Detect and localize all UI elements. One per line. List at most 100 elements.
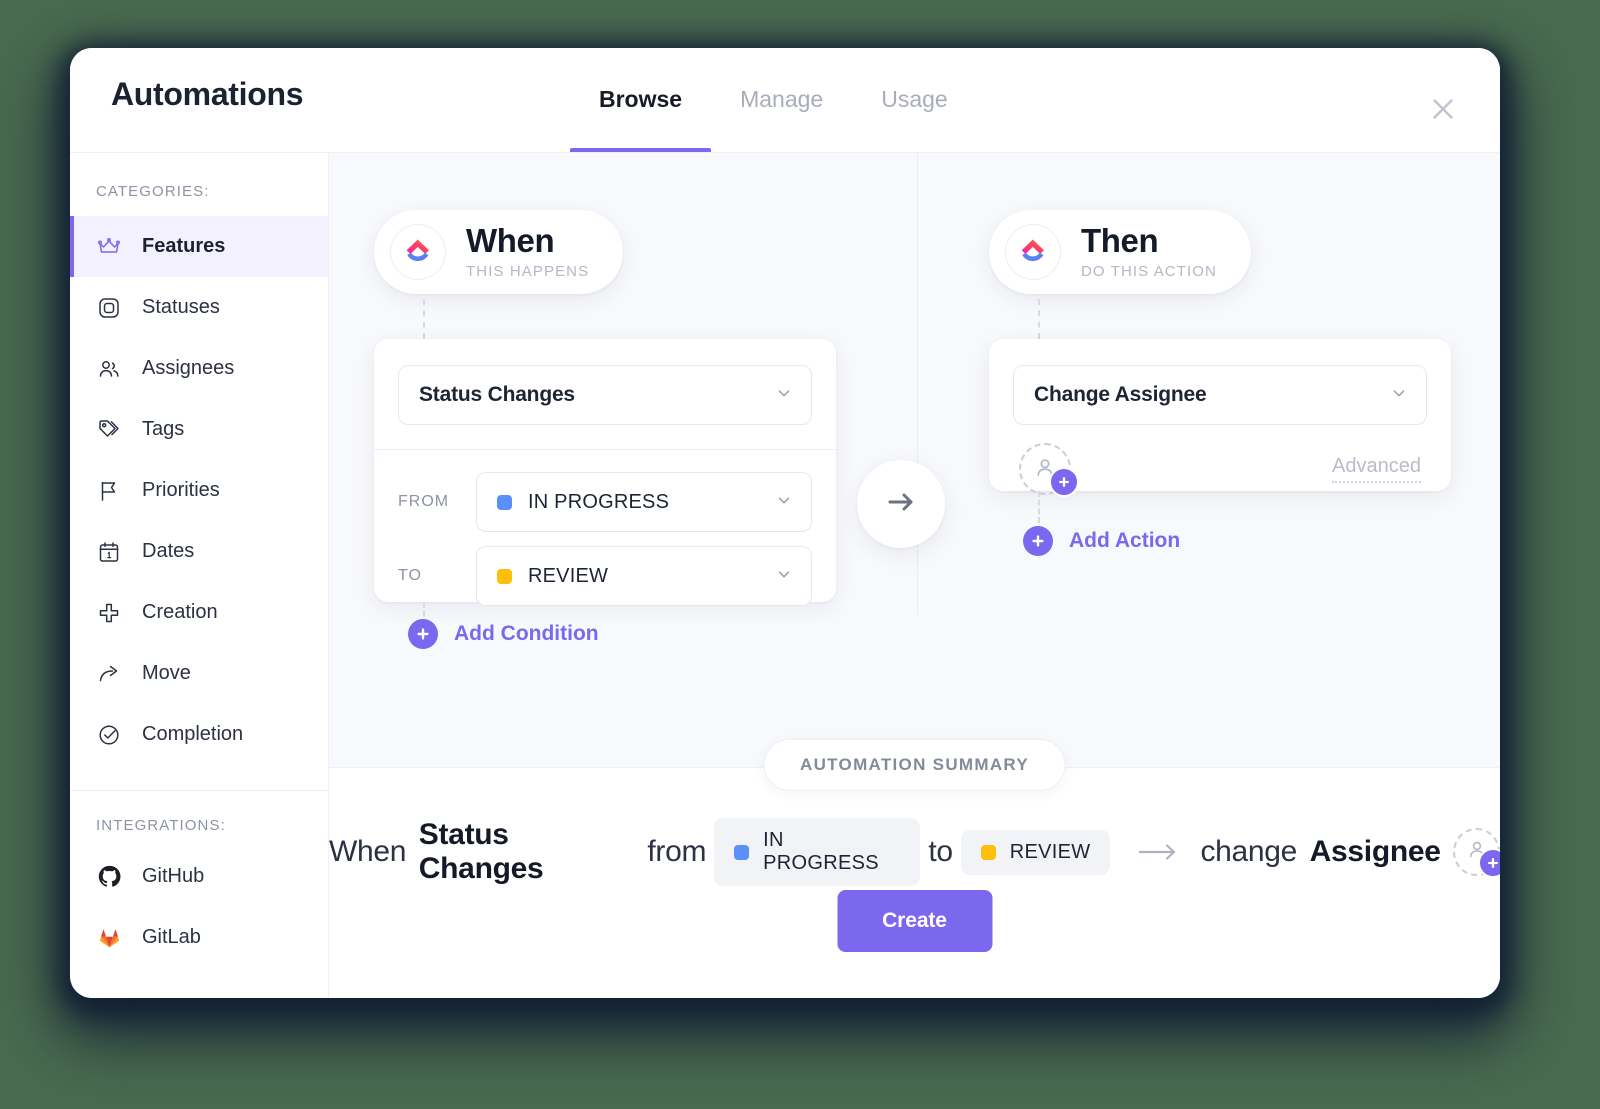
trigger-select-value: Status Changes (419, 383, 575, 406)
share-arrow-icon (96, 661, 122, 687)
sidebar-item-priorities[interactable]: Priorities (70, 460, 328, 521)
create-button[interactable]: Create (837, 890, 992, 952)
tab-usage-label: Usage (881, 86, 948, 112)
summary-to-word: to (928, 835, 953, 868)
sidebar-item-move[interactable]: Move (70, 643, 328, 704)
sidebar-item-features[interactable]: Features (70, 216, 328, 277)
sidebar-item-label: Features (142, 235, 226, 257)
plus-icon (96, 600, 122, 626)
close-icon[interactable] (1426, 92, 1460, 126)
automation-summary-pill: AUTOMATION SUMMARY (763, 739, 1066, 791)
add-action-button[interactable]: Add Action (1023, 526, 1180, 556)
action-select-value: Change Assignee (1034, 383, 1207, 406)
sidebar-integrations-heading: INTEGRATIONS: (96, 817, 226, 834)
rounded-square-icon (96, 295, 122, 321)
sidebar-item-creation[interactable]: Creation (70, 582, 328, 643)
sidebar-item-label: Move (142, 662, 191, 684)
clickup-logo-icon (1005, 224, 1061, 280)
summary-to-status-value: REVIEW (1009, 840, 1091, 863)
status-color-dot (497, 494, 512, 510)
when-title: When (466, 222, 555, 259)
crown-icon (96, 234, 122, 260)
summary-assignee-picker[interactable] (1453, 828, 1500, 878)
summary-when-word: When (329, 835, 407, 868)
sidebar-item-label: GitHub (142, 865, 205, 887)
summary-from-status-value: IN PROGRESS (763, 829, 879, 874)
sidebar-item-label: Creation (142, 601, 218, 623)
then-header-card: Then DO THIS ACTION (989, 210, 1251, 294)
github-icon (96, 864, 122, 890)
advanced-link[interactable]: Advanced (1332, 455, 1421, 483)
people-icon (96, 356, 122, 382)
plus-circle-icon (1477, 848, 1500, 878)
summary-change-word: change (1200, 835, 1298, 868)
sidebar-item-tags[interactable]: Tags (70, 399, 328, 460)
to-label: TO (398, 567, 422, 584)
sidebar-item-dates[interactable]: Dates (70, 521, 328, 582)
assignee-picker[interactable] (1019, 443, 1079, 497)
automation-summary-zone: AUTOMATION SUMMARY When Status Changes f… (329, 739, 1500, 998)
tab-manage-label: Manage (740, 86, 824, 112)
when-card: Status Changes FROM IN PROGRESS TO REVIE… (374, 339, 836, 606)
sidebar-item-label: Priorities (142, 479, 220, 501)
flow-arrow-badge (857, 460, 945, 548)
chevron-down-icon (1390, 384, 1408, 407)
sidebar-item-label: Statuses (142, 296, 220, 318)
summary-from-status: IN PROGRESS (714, 818, 921, 886)
sidebar-item-label: Tags (142, 418, 185, 440)
automation-canvas: When THIS HAPPENS Status Changes FROM IN… (329, 153, 1500, 998)
when-connector-line (423, 299, 425, 339)
summary-to-status: REVIEW (960, 829, 1111, 875)
summary-trigger: Status Changes (418, 818, 544, 885)
chevron-down-icon (775, 491, 793, 514)
chevron-down-icon (775, 565, 793, 588)
status-color-dot (980, 844, 996, 860)
sidebar-item-github[interactable]: GitHub (70, 846, 328, 907)
page-title: Automations (111, 76, 304, 112)
add-condition-button[interactable]: Add Condition (408, 619, 599, 649)
gitlab-icon (96, 925, 122, 951)
clickup-logo-icon (390, 224, 446, 280)
sidebar-categories-heading: CATEGORIES: (96, 183, 210, 200)
trigger-select[interactable]: Status Changes (398, 365, 812, 425)
modal-header: Automations Browse Manage Usage (70, 48, 1500, 153)
add-condition-label: Add Condition (454, 622, 599, 645)
tab-browse[interactable]: Browse (570, 48, 712, 152)
tab-bar: Browse Manage Usage (570, 48, 977, 152)
add-action-connector-line (1038, 491, 1040, 523)
column-divider (917, 153, 918, 615)
when-header-card: When THIS HAPPENS (374, 210, 624, 294)
to-status-select[interactable]: REVIEW (476, 546, 812, 606)
tab-usage[interactable]: Usage (852, 48, 976, 152)
check-circle-icon (96, 722, 122, 748)
sidebar-item-statuses[interactable]: Statuses (70, 277, 328, 338)
status-color-dot (497, 568, 512, 584)
automations-modal: Automations Browse Manage Usage CATEGORI… (70, 48, 1500, 998)
from-status-value: IN PROGRESS (528, 490, 670, 513)
screen-background: Automations Browse Manage Usage CATEGORI… (0, 0, 1600, 1109)
sidebar-item-assignees[interactable]: Assignees (70, 338, 328, 399)
then-subtitle: DO THIS ACTION (1081, 263, 1217, 280)
automation-builder: When THIS HAPPENS Status Changes FROM IN… (329, 153, 1500, 767)
arrow-right-icon (1136, 839, 1182, 865)
tag-icon (96, 417, 122, 443)
sidebar-item-label: GitLab (142, 926, 201, 948)
chevron-down-icon (775, 384, 793, 407)
sidebar: CATEGORIES: Features Statuses Assignees … (70, 153, 329, 998)
summary-from-word: from (647, 835, 707, 868)
sidebar-item-gitlab[interactable]: GitLab (70, 907, 328, 968)
action-select[interactable]: Change Assignee (1013, 365, 1427, 425)
then-connector-line (1038, 299, 1040, 339)
sidebar-item-completion[interactable]: Completion (70, 704, 328, 765)
tab-browse-label: Browse (599, 86, 683, 112)
sidebar-item-label: Assignees (142, 357, 235, 379)
then-title: Then (1081, 222, 1159, 259)
from-status-select[interactable]: IN PROGRESS (476, 472, 812, 532)
arrow-right-icon (881, 482, 921, 527)
tab-manage[interactable]: Manage (711, 48, 852, 152)
sidebar-item-label: Completion (142, 723, 244, 745)
plus-circle-icon (1049, 467, 1079, 497)
modal-body: CATEGORIES: Features Statuses Assignees … (70, 153, 1500, 998)
status-color-dot (734, 844, 750, 860)
calendar-icon (96, 539, 122, 565)
